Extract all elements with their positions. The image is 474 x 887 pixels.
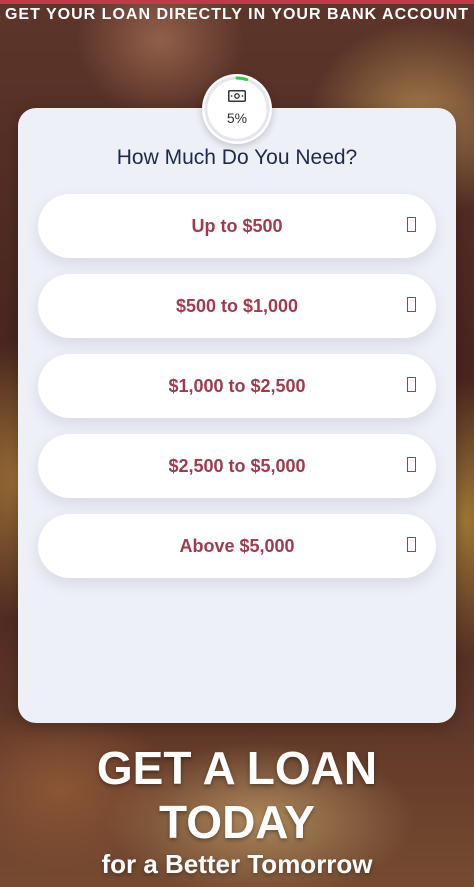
option-1000-to-2500[interactable]: $1,000 to $2,500	[38, 354, 436, 418]
option-label: $500 to $1,000	[175, 296, 299, 316]
hero-headline-line1: GET A LOAN	[96, 742, 378, 794]
option-above-5000[interactable]: Above $5,000	[38, 514, 436, 578]
chevron-right-icon	[407, 537, 416, 552]
form-question: How Much Do You Need?	[116, 146, 358, 169]
money-bill-icon	[228, 90, 246, 102]
option-label: Above $5,000	[179, 536, 295, 556]
progress-percent: 5%	[226, 110, 248, 126]
loan-form-card: How Much Do You Need? Up to $500 $500 to…	[18, 108, 456, 723]
chevron-right-icon	[407, 377, 416, 392]
option-2500-to-5000[interactable]: $2,500 to $5,000	[38, 434, 436, 498]
hero-tagline: for a Better Tomorrow	[101, 849, 373, 879]
progress-ring	[204, 76, 270, 142]
chevron-right-icon	[407, 457, 416, 472]
hero-headline-line2: TODAY	[159, 796, 315, 848]
chevron-right-icon	[407, 297, 416, 312]
top-headline: GET YOUR LOAN DIRECTLY IN YOUR BANK ACCO…	[4, 6, 470, 23]
option-label: Up to $500	[191, 216, 283, 236]
amount-options: Up to $500 $500 to $1,000 $1,000 to $2,5…	[38, 194, 436, 594]
option-label: $2,500 to $5,000	[168, 456, 306, 476]
chevron-right-icon	[407, 217, 416, 232]
option-500-to-1000[interactable]: $500 to $1,000	[38, 274, 436, 338]
progress-badge: 5%	[202, 74, 272, 144]
option-up-to-500[interactable]: Up to $500	[38, 194, 436, 258]
option-label: $1,000 to $2,500	[168, 376, 306, 396]
